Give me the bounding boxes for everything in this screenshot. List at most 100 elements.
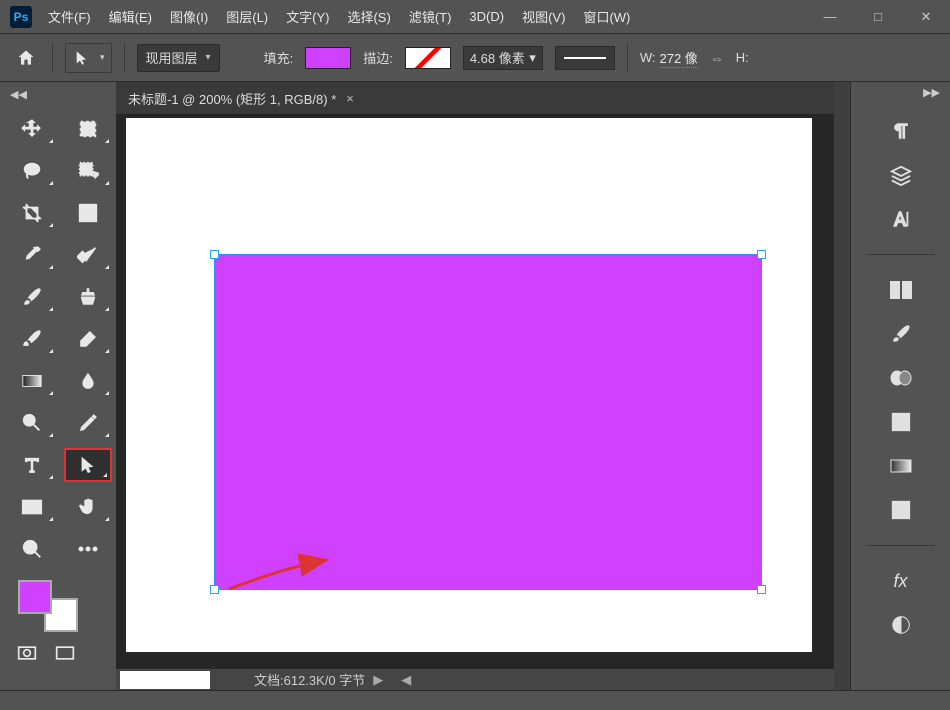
width-field[interactable]: W: 272 像: [640, 48, 698, 68]
width-value: 272 像: [659, 48, 697, 68]
adjustments-panel-icon[interactable]: [881, 610, 921, 640]
separator: [124, 43, 125, 73]
clone-stamp-tool[interactable]: [64, 280, 112, 314]
quick-select-tool[interactable]: [64, 154, 112, 188]
grid-panel-icon[interactable]: [881, 407, 921, 437]
history-brush-tool[interactable]: [8, 322, 56, 356]
spot-heal-tool[interactable]: [64, 238, 112, 272]
canvas[interactable]: [126, 118, 812, 652]
lasso-tool[interactable]: [8, 154, 56, 188]
frame-tool[interactable]: [64, 196, 112, 230]
document-status-bar: 文档:612.3K/0 字节 ▶ ◀: [116, 668, 834, 690]
menu-image[interactable]: 图像(I): [162, 1, 216, 32]
menu-3d[interactable]: 3D(D): [461, 3, 512, 30]
menu-view[interactable]: 视图(V): [514, 1, 573, 32]
edit-toolbar[interactable]: [64, 532, 112, 566]
status-chevron-right-icon[interactable]: ▶: [373, 672, 383, 688]
gradient-tool[interactable]: [8, 364, 56, 398]
selection-handle-top-left[interactable]: [210, 250, 219, 259]
chevron-down-icon: ▾: [206, 52, 211, 63]
document-tabs: 未标题-1 @ 200% (矩形 1, RGB/8) * ×: [116, 82, 834, 114]
menu-window[interactable]: 窗口(W): [575, 1, 638, 32]
document-tab[interactable]: 未标题-1 @ 200% (矩形 1, RGB/8) *: [128, 89, 336, 108]
close-button[interactable]: ✕: [902, 0, 950, 33]
layers-panel-icon[interactable]: [881, 160, 921, 190]
chevron-down-icon: ▾: [96, 52, 109, 63]
collapse-right-toggle[interactable]: ▶▶: [923, 86, 950, 102]
menu-select[interactable]: 选择(S): [339, 1, 398, 32]
close-tab-icon[interactable]: ×: [346, 91, 354, 106]
character-panel-icon[interactable]: [881, 204, 921, 234]
swatches-panel-icon[interactable]: [881, 363, 921, 393]
minimize-button[interactable]: —: [806, 0, 854, 33]
tool-indicator[interactable]: ▾: [65, 43, 112, 73]
gradient-panel-icon[interactable]: [881, 451, 921, 481]
type-tool[interactable]: [8, 448, 56, 482]
window-controls: — □ ✕: [806, 0, 950, 33]
foreground-color-swatch[interactable]: [18, 580, 52, 614]
link-wh-icon[interactable]: ⇔: [710, 50, 724, 66]
stroke-style-dropdown[interactable]: [555, 46, 615, 70]
move-tool[interactable]: [8, 112, 56, 146]
stroke-width-value: 4.68 像素: [470, 48, 525, 67]
menu-file[interactable]: 文件(F): [40, 1, 99, 32]
rectangle-tool[interactable]: [8, 490, 56, 524]
zoom-tool[interactable]: [8, 532, 56, 566]
pen-tool[interactable]: [64, 406, 112, 440]
menu-bar: Ps 文件(F) 编辑(E) 图像(I) 图层(L) 文字(Y) 选择(S) 滤…: [0, 0, 950, 34]
menu-edit[interactable]: 编辑(E): [101, 1, 160, 32]
vertical-scrollbar[interactable]: [834, 82, 850, 690]
stroke-swatch[interactable]: [405, 47, 451, 69]
toolbox: [0, 82, 116, 690]
separator: [627, 43, 628, 73]
rectangle-shape[interactable]: [214, 254, 762, 590]
screenmode-toggle[interactable]: [52, 640, 78, 666]
options-bar: ▾ 现用图层 ▾ 填充: 描边: 4.68 像素 ▾ W: 272 像 ⇔ H:: [0, 34, 950, 82]
artboard-tool[interactable]: [64, 112, 112, 146]
ruler-panel-icon[interactable]: [881, 275, 921, 305]
eraser-tool[interactable]: [64, 322, 112, 356]
dodge-tool[interactable]: [8, 406, 56, 440]
selection-handle-top-right[interactable]: [757, 250, 766, 259]
divider: [866, 254, 935, 255]
stroke-width-field[interactable]: 4.68 像素 ▾: [463, 46, 543, 70]
home-button[interactable]: [12, 44, 40, 72]
menu-layer[interactable]: 图层(L): [218, 1, 276, 32]
zoom-field[interactable]: [120, 671, 210, 689]
height-label: H:: [736, 50, 749, 65]
stroke-label: 描边:: [363, 48, 393, 67]
blur-tool[interactable]: [64, 364, 112, 398]
color-swatches[interactable]: [18, 580, 78, 632]
menu-filter[interactable]: 滤镜(T): [401, 1, 460, 32]
path-selection-tool[interactable]: [64, 448, 112, 482]
app-status-bar: [0, 690, 950, 710]
select-mode-label: 现用图层: [146, 48, 198, 67]
right-panel-dock: ▶▶ fx: [850, 82, 950, 690]
divider: [866, 545, 935, 546]
width-label: W:: [640, 50, 656, 65]
eyedropper-tool[interactable]: [8, 238, 56, 272]
select-mode-dropdown[interactable]: 现用图层 ▾: [137, 44, 220, 72]
paragraph-panel-icon[interactable]: [881, 116, 921, 146]
document-area: 未标题-1 @ 200% (矩形 1, RGB/8) * × 文档:612.3K…: [116, 82, 834, 690]
quickmask-toggle[interactable]: [14, 640, 40, 666]
canvas-viewport[interactable]: [116, 114, 834, 668]
menu-type[interactable]: 文字(Y): [278, 1, 337, 32]
doc-status-text: 文档:612.3K/0 字节: [254, 670, 365, 689]
selection-handle-bottom-right[interactable]: [757, 585, 766, 594]
chevron-down-icon: ▾: [529, 50, 536, 66]
fill-swatch[interactable]: [305, 47, 351, 69]
brush-tool[interactable]: [8, 280, 56, 314]
fill-label: 填充:: [264, 48, 294, 67]
styles-panel-icon[interactable]: fx: [881, 566, 921, 596]
app-logo: Ps: [10, 6, 32, 28]
brush-panel-icon[interactable]: [881, 319, 921, 349]
crop-tool[interactable]: [8, 196, 56, 230]
selection-handle-bottom-left[interactable]: [210, 585, 219, 594]
collapse-left-toggle[interactable]: ◀◀: [6, 86, 31, 103]
maximize-button[interactable]: □: [854, 0, 902, 33]
hand-tool[interactable]: [64, 490, 112, 524]
separator: [52, 43, 53, 73]
pattern-panel-icon[interactable]: [881, 495, 921, 525]
hscroll-left-icon[interactable]: ◀: [401, 672, 411, 688]
